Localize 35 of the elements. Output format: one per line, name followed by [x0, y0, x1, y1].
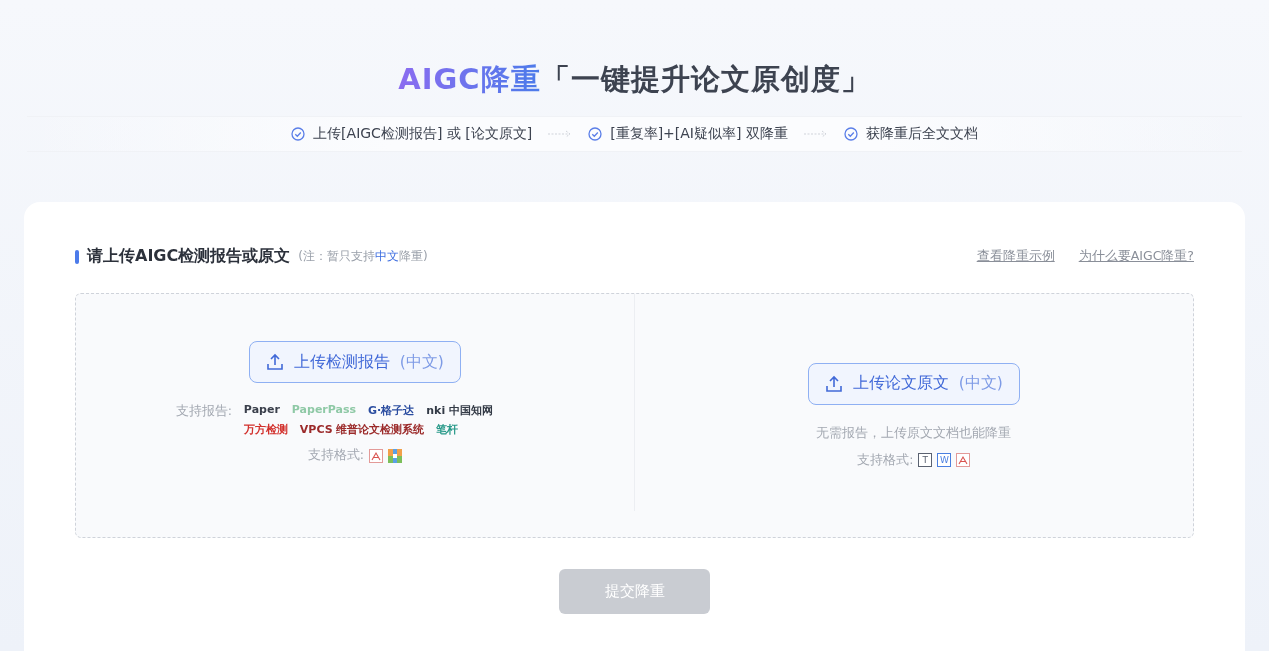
accent-bar: [75, 249, 79, 264]
report-logo: PaperPass: [291, 403, 357, 418]
step-label: [重复率]+[AI疑似率] 双降重: [610, 125, 788, 143]
upload-dropzone[interactable]: 上传检测报告 (中文) 支持报告: Paper PaperPass G·格子达 nki 中国知网 万方检测 VPCS 维普论文检测系统 笔杆 支持格式: 上传论文原文 (中文) 无需报告，上传原文文档也能降重 支持格式: T W: [75, 293, 1194, 538]
report-logo: VPCS 维普论文检测系统: [299, 422, 425, 437]
report-logo: nki 中国知网: [426, 403, 493, 418]
formats-label: 支持格式:: [857, 451, 914, 469]
pdf-file-icon: [368, 448, 383, 463]
report-logo: Paper: [243, 403, 280, 418]
reports-label: 支持报告:: [175, 403, 232, 420]
upload-icon: [265, 353, 284, 371]
help-link[interactable]: 为什么要AIGC降重?: [1078, 248, 1194, 265]
section-note: (注：暂只支持中文降重): [298, 248, 428, 265]
upload-button[interactable]: 上传检测报告 (中文): [248, 341, 461, 383]
formats-label: 支持格式:: [307, 447, 364, 464]
check-circle-icon: [291, 127, 306, 141]
help-link[interactable]: 查看降重示例: [976, 248, 1055, 265]
upload-icon: [824, 374, 843, 393]
archive-file-icon: [387, 448, 402, 463]
file-type-icon: T: [918, 453, 933, 467]
report-logo: G·格子达: [368, 403, 415, 418]
arrow-icon: [548, 130, 573, 138]
page-title: AIGC降重「一键提升论文原创度」: [398, 61, 871, 98]
upload-button[interactable]: 上传论文原文 (中文): [807, 362, 1020, 405]
section-title: 请上传AIGC检测报告或原文: [87, 246, 291, 267]
report-logo: 笔杆: [436, 422, 459, 437]
arrow-icon: [803, 130, 828, 138]
check-circle-icon: [843, 127, 858, 141]
report-logo: 万方检测: [243, 422, 288, 437]
step-label: 获降重后全文文档: [865, 125, 978, 143]
check-circle-icon: [588, 127, 603, 141]
hint-text: 无需报告，上传原文文档也能降重: [816, 424, 1012, 442]
step-label: 上传[AIGC检测报告] 或 [论文原文]: [313, 125, 533, 143]
pdf-file-icon: [956, 453, 971, 467]
file-type-icon: W: [937, 453, 952, 467]
